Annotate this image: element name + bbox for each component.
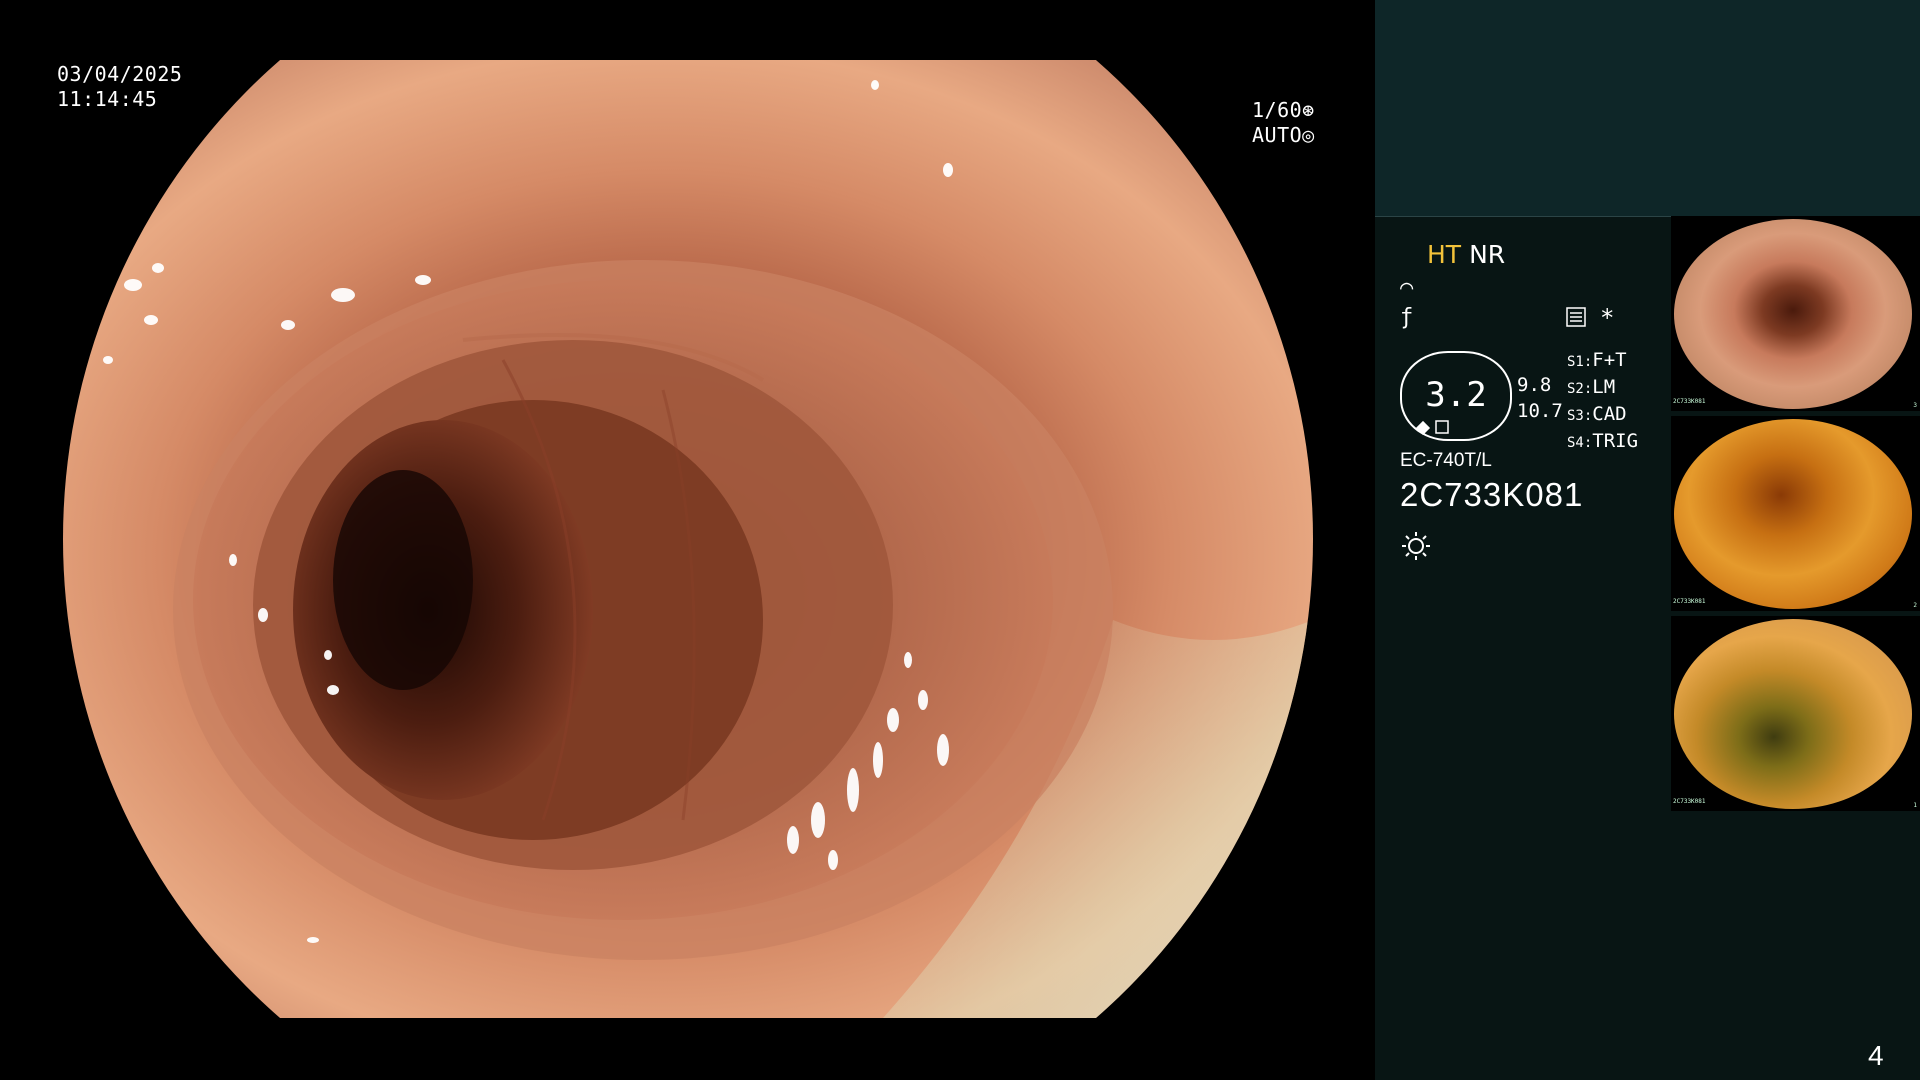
switch-4-key: S4:: [1567, 435, 1593, 451]
captured-image-thumbnail[interactable]: 2C733K081 3: [1671, 216, 1920, 411]
thumbnail-image: [1674, 219, 1912, 409]
switch-2: S2:LM: [1567, 375, 1638, 402]
scope-serial: 2C733K081: [1400, 476, 1584, 513]
thumbnail-serial: 2C733K081: [1673, 798, 1706, 805]
mode-indicator: HT NR: [1427, 240, 1505, 269]
function-icon: ƒ: [1400, 305, 1414, 330]
date-time-stamp: 03/04/2025 11:14:45: [57, 62, 182, 112]
shutter-text: 1/60: [1252, 98, 1303, 122]
iris-text: AUTO: [1252, 123, 1303, 147]
scope-model: EC-740T/L: [1400, 450, 1492, 471]
switch-3-key: S3:: [1567, 408, 1593, 424]
zoom-side-top: 9.8: [1517, 374, 1552, 396]
asterisk-indicator: *: [1600, 304, 1615, 332]
panel-header: [1375, 0, 1920, 217]
thumbnail-image: [1674, 419, 1912, 609]
captured-image-thumbnail[interactable]: 2C733K081 2: [1671, 416, 1920, 611]
switch-1: S1:F+T: [1567, 348, 1638, 375]
colon-lumen-image: [63, 60, 1313, 1018]
switch-3-value: CAD: [1592, 403, 1627, 425]
switch-assignments: S1:F+T S2:LM S3:CAD S4:TRIG: [1567, 348, 1638, 456]
zoom-value: 3.2: [1425, 375, 1487, 415]
shutter-info: 1/60⊛ AUTO◎: [1252, 98, 1315, 148]
mode-primary: HT: [1427, 240, 1462, 269]
thumbnail-index: 2: [1913, 602, 1917, 609]
zoom-scale-icon: [1416, 420, 1449, 435]
light-icon: [1402, 532, 1430, 560]
thumbnail-serial: 2C733K081: [1673, 598, 1706, 605]
switch-3: S3:CAD: [1567, 402, 1638, 429]
switch-4-value: TRIG: [1592, 430, 1639, 452]
zoom-indicator: 3.2: [1400, 351, 1512, 441]
thumbnail-serial: 2C733K081: [1673, 398, 1706, 405]
curve-icon: ⌒: [1400, 275, 1414, 300]
thumbnail-index: 3: [1913, 402, 1917, 409]
page-number: 4: [1868, 1040, 1884, 1071]
endoscopy-image: [63, 60, 1313, 1018]
switch-4: S4:TRIG: [1567, 429, 1638, 456]
date-text: 03/04/2025: [57, 62, 183, 86]
time-text: 11:14:45: [57, 87, 158, 111]
shutter-icon: ⊛: [1302, 98, 1315, 122]
zoom-side-values: 9.8 10.7: [1517, 372, 1563, 424]
captured-image-thumbnail[interactable]: 2C733K081 1: [1671, 616, 1920, 811]
switch-2-value: LM: [1592, 376, 1616, 398]
iris-icon: ◎: [1302, 123, 1315, 147]
endoscopy-screen: 03/04/2025 11:14:45 1/60⊛ AUTO◎ HT NR ⌒ ƒ…: [0, 0, 1920, 1080]
zoom-side-bottom: 10.7: [1517, 400, 1563, 422]
iris-row: AUTO◎: [1252, 123, 1315, 148]
switch-1-value: F+T: [1592, 349, 1627, 371]
mode-secondary: NR: [1469, 240, 1506, 269]
shutter-row: 1/60⊛: [1252, 98, 1315, 123]
switch-1-key: S1:: [1567, 354, 1593, 370]
thumbnail-image: [1674, 619, 1912, 809]
thumbnail-index: 1: [1913, 802, 1917, 809]
switch-2-key: S2:: [1567, 381, 1593, 397]
settings-icon: [1566, 307, 1586, 327]
